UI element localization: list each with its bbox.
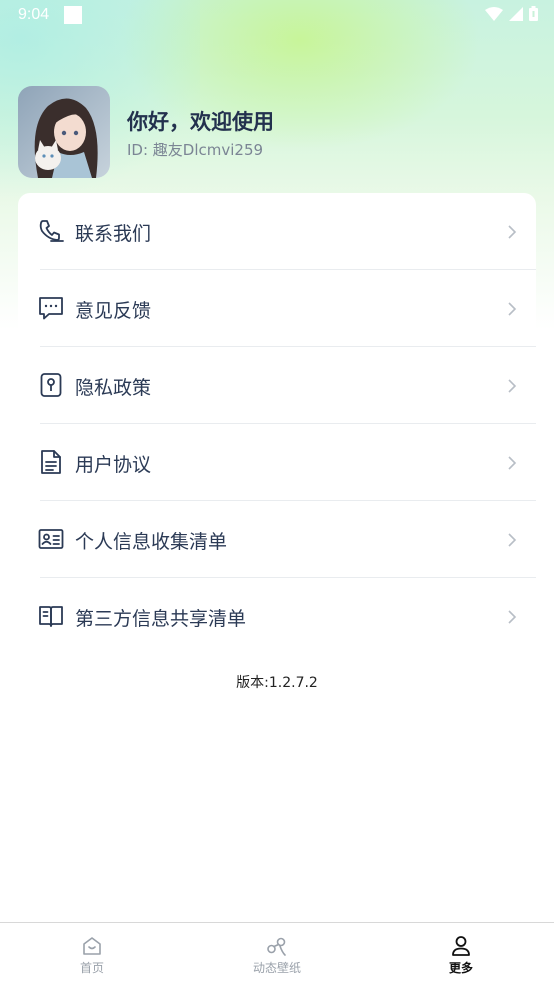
nav-tab-label: 更多 xyxy=(448,961,473,975)
chat-bubble-icon xyxy=(39,297,63,320)
chevron-right-icon xyxy=(508,456,517,470)
menu-item-label: 意见反馈 xyxy=(75,300,152,322)
chevron-right-icon xyxy=(508,225,517,239)
chevron-right-icon xyxy=(508,302,517,316)
menu-item-label: 联系我们 xyxy=(75,223,152,245)
battery-icon xyxy=(529,6,538,21)
menu-card: 联系我们 意见反馈 隐私政策 用户协议 个人信息收集清单 第三方信息共享清单 xyxy=(18,193,536,661)
menu-item-user-agreement[interactable]: 用户协议 xyxy=(18,424,536,501)
greeting-text: 你好，欢迎使用 xyxy=(127,110,274,134)
menu-item-contact-us[interactable]: 联系我们 xyxy=(18,193,536,270)
menu-item-personal-info-list[interactable]: 个人信息收集清单 xyxy=(18,501,536,578)
status-bar: 9:04 xyxy=(0,0,554,32)
document-icon xyxy=(41,450,61,474)
menu-item-label: 用户协议 xyxy=(75,454,152,476)
nav-tab-home[interactable]: 首页 xyxy=(0,923,184,984)
status-icons xyxy=(485,6,538,21)
user-icon xyxy=(452,936,470,956)
keyhole-icon xyxy=(40,373,62,397)
menu-item-feedback[interactable]: 意见反馈 xyxy=(18,270,536,347)
open-book-icon xyxy=(39,606,63,627)
chevron-right-icon xyxy=(508,379,517,393)
nav-tab-more[interactable]: 更多 xyxy=(369,923,553,984)
nav-tab-live-wallpaper[interactable]: 动态壁纸 xyxy=(185,923,369,984)
avatar-image xyxy=(18,86,110,178)
id-card-icon xyxy=(38,529,64,549)
phone-icon xyxy=(39,220,64,242)
menu-item-label: 个人信息收集清单 xyxy=(75,531,228,553)
menu-item-privacy-policy[interactable]: 隐私政策 xyxy=(18,347,536,424)
menu-item-third-party-sharing-list[interactable]: 第三方信息共享清单 xyxy=(18,578,536,655)
menu-item-label: 第三方信息共享清单 xyxy=(75,608,247,630)
user-id: ID: 趣友Dlcmvi259 xyxy=(127,141,264,159)
chevron-right-icon xyxy=(508,533,517,547)
chevron-right-icon xyxy=(508,610,517,624)
signal-icon xyxy=(509,6,523,21)
notification-icon xyxy=(64,6,82,24)
avatar[interactable] xyxy=(18,86,110,178)
nav-tab-label: 动态壁纸 xyxy=(252,961,301,975)
version-label: 版本:1.2.7.2 xyxy=(236,675,318,691)
status-time: 9:04 xyxy=(18,6,50,23)
wallpaper-icon xyxy=(267,937,286,956)
menu-item-label: 隐私政策 xyxy=(75,377,152,399)
bottom-nav: 首页 动态壁纸 更多 xyxy=(0,922,554,984)
wifi-icon xyxy=(485,6,503,21)
home-icon xyxy=(83,937,101,955)
nav-tab-label: 首页 xyxy=(79,961,104,975)
